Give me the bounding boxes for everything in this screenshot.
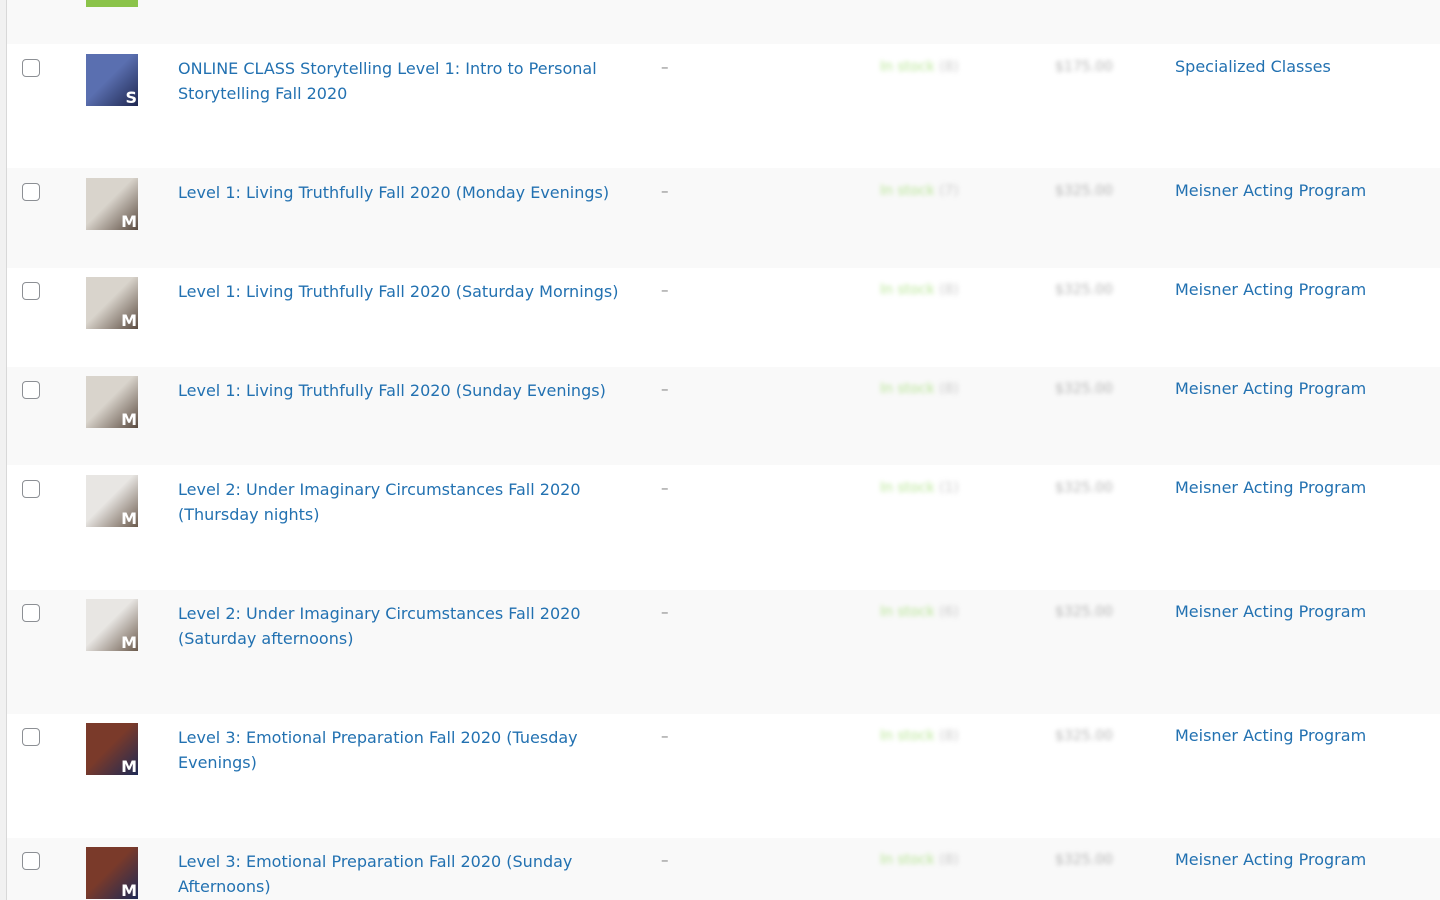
- sku-cell: –: [661, 479, 669, 497]
- thumbnail-logo-letter: M: [121, 633, 137, 651]
- product-thumbnail[interactable]: M: [86, 178, 138, 230]
- product-name-link[interactable]: Level 1: Living Truthfully Fall 2020 (Sa…: [178, 279, 638, 304]
- price-cell: $325.00: [1055, 480, 1113, 496]
- product-name-link[interactable]: Level 3: Emotional Preparation Fall 2020…: [178, 849, 638, 899]
- price-cell: $175.00: [1055, 59, 1113, 75]
- price-cell: $325.00: [1055, 852, 1113, 868]
- category-link[interactable]: Meisner Acting Program: [1175, 602, 1366, 621]
- row-checkbox[interactable]: [22, 59, 40, 77]
- stock-status: In stock (6): [880, 604, 959, 620]
- table-row: S ONLINE CLASS Storytelling Level 1: Intr…: [7, 44, 1440, 168]
- stock-label: In stock: [880, 381, 935, 397]
- sku-cell: –: [661, 182, 669, 200]
- stock-count: (8): [939, 59, 959, 75]
- table-row: M Level 2: Under Imaginary Circumstances …: [7, 465, 1440, 590]
- stock-count: (6): [939, 604, 959, 620]
- product-thumbnail[interactable]: S: [86, 54, 138, 106]
- table-row: M Level 3: Emotional Preparation Fall 202…: [7, 838, 1440, 900]
- thumbnail-logo-letter: M: [121, 410, 137, 428]
- sku-cell: –: [661, 58, 669, 76]
- stock-status: In stock (8): [880, 282, 959, 298]
- product-thumbnail[interactable]: [86, 0, 138, 7]
- thumbnail-logo-letter: M: [121, 509, 137, 527]
- category-link[interactable]: Meisner Acting Program: [1175, 280, 1366, 299]
- stock-label: In stock: [880, 604, 935, 620]
- category-link[interactable]: Meisner Acting Program: [1175, 379, 1366, 398]
- price-cell: $325.00: [1055, 282, 1113, 298]
- category-link[interactable]: Meisner Acting Program: [1175, 478, 1366, 497]
- stock-label: In stock: [880, 183, 935, 199]
- row-checkbox[interactable]: [22, 728, 40, 746]
- product-thumbnail[interactable]: M: [86, 599, 138, 651]
- sku-cell: –: [661, 603, 669, 621]
- product-thumbnail[interactable]: M: [86, 847, 138, 899]
- stock-label: In stock: [880, 282, 935, 298]
- row-checkbox[interactable]: [22, 604, 40, 622]
- row-checkbox[interactable]: [22, 852, 40, 870]
- thumbnail-logo-letter: M: [121, 757, 137, 775]
- thumbnail-logo-letter: S: [125, 88, 137, 106]
- sku-cell: –: [661, 281, 669, 299]
- stock-label: In stock: [880, 59, 935, 75]
- table-row: M Level 3: Emotional Preparation Fall 202…: [7, 714, 1440, 838]
- product-name-link[interactable]: Level 1: Living Truthfully Fall 2020 (Su…: [178, 378, 638, 403]
- product-name-link[interactable]: Level 1: Living Truthfully Fall 2020 (Mo…: [178, 180, 638, 205]
- stock-count: (7): [939, 183, 959, 199]
- price-cell: $325.00: [1055, 381, 1113, 397]
- product-name-link[interactable]: Level 2: Under Imaginary Circumstances F…: [178, 601, 638, 651]
- price-cell: $325.00: [1055, 183, 1113, 199]
- price-cell: $325.00: [1055, 604, 1113, 620]
- product-thumbnail[interactable]: M: [86, 277, 138, 329]
- stock-label: In stock: [880, 728, 935, 744]
- product-name-link[interactable]: Level 2: Under Imaginary Circumstances F…: [178, 477, 638, 527]
- product-thumbnail[interactable]: M: [86, 723, 138, 775]
- product-thumbnail[interactable]: M: [86, 475, 138, 527]
- category-link[interactable]: Specialized Classes: [1175, 57, 1331, 76]
- table-row: M Level 1: Living Truthfully Fall 2020 (M…: [7, 168, 1440, 268]
- row-checkbox[interactable]: [22, 480, 40, 498]
- stock-status: In stock (1): [880, 480, 959, 496]
- thumbnail-logo-letter: M: [121, 881, 137, 899]
- stock-count: (8): [939, 852, 959, 868]
- sku-cell: –: [661, 727, 669, 745]
- stock-status: In stock (8): [880, 852, 959, 868]
- product-name-link[interactable]: ONLINE CLASS Storytelling Level 1: Intro…: [178, 56, 638, 106]
- thumbnail-logo-letter: M: [121, 311, 137, 329]
- category-link[interactable]: Meisner Acting Program: [1175, 850, 1366, 869]
- stock-status: In stock (7): [880, 183, 959, 199]
- product-name-link[interactable]: Level 3: Emotional Preparation Fall 2020…: [178, 725, 638, 775]
- stock-status: In stock (8): [880, 59, 959, 75]
- table-row: M Level 1: Living Truthfully Fall 2020 (S…: [7, 367, 1440, 465]
- price-cell: $325.00: [1055, 728, 1113, 744]
- products-table: S ONLINE CLASS Storytelling Level 1: Intr…: [6, 0, 1440, 900]
- stock-label: In stock: [880, 852, 935, 868]
- stock-count: (8): [939, 282, 959, 298]
- thumbnail-logo-letter: M: [121, 212, 137, 230]
- stock-count: (1): [939, 480, 959, 496]
- sku-cell: –: [661, 380, 669, 398]
- row-checkbox[interactable]: [22, 282, 40, 300]
- category-link[interactable]: Meisner Acting Program: [1175, 726, 1366, 745]
- category-link[interactable]: Meisner Acting Program: [1175, 181, 1366, 200]
- row-checkbox[interactable]: [22, 183, 40, 201]
- stock-count: (8): [939, 381, 959, 397]
- stock-status: In stock (8): [880, 381, 959, 397]
- product-thumbnail[interactable]: M: [86, 376, 138, 428]
- row-checkbox[interactable]: [22, 381, 40, 399]
- table-row: M Level 1: Living Truthfully Fall 2020 (S…: [7, 268, 1440, 367]
- stock-status: In stock (8): [880, 728, 959, 744]
- table-row: M Level 2: Under Imaginary Circumstances …: [7, 590, 1440, 714]
- stock-count: (8): [939, 728, 959, 744]
- stock-label: In stock: [880, 480, 935, 496]
- sku-cell: –: [661, 851, 669, 869]
